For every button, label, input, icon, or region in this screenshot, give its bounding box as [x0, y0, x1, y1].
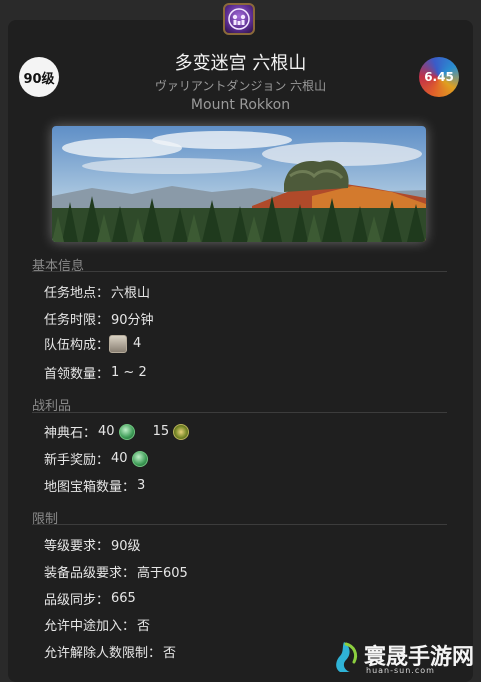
tomestone-label: 神典石： — [44, 426, 97, 441]
boss-count-label: 首领数量： — [44, 367, 110, 382]
section-divider — [32, 412, 447, 413]
tomestone2-value: 15 — [152, 424, 170, 439]
row-join-in-progress: 允许中途加入： 否 — [44, 615, 150, 634]
row-novice-bonus: 新手奖励： 40 — [44, 449, 148, 468]
map-chest-label: 地图宝箱数量： — [44, 480, 136, 495]
level-req-label: 等级要求： — [44, 539, 110, 554]
tomestone-icon — [131, 450, 148, 467]
row-unrestricted-party: 允许解除人数限制： 否 — [44, 642, 176, 661]
level-req-value: 90级 — [111, 539, 141, 554]
boss-count-value: 1 ~ 2 — [111, 365, 147, 380]
row-ilvl-req: 装备品级要求： 高于605 — [44, 562, 188, 581]
row-boss-count: 首领数量： 1 ~ 2 — [44, 363, 147, 382]
ilvl-sync-label: 品级同步： — [44, 593, 110, 608]
duty-title-jp: ヴァリアントダンジョン 六根山 — [154, 79, 327, 93]
unrestricted-party-value: 否 — [163, 646, 177, 661]
map-chest-value: 3 — [137, 478, 146, 493]
duty-type-icon — [223, 3, 255, 35]
time-limit-label: 任务时限： — [44, 313, 110, 328]
ilvl-req-label: 装备品级要求： — [44, 566, 136, 581]
tomestone-value: 40 — [98, 424, 115, 439]
row-time-limit: 任务时限： 90分钟 — [44, 309, 154, 328]
watermark-brand: 寰晟手游网 — [364, 644, 475, 670]
row-location: 任务地点： 六根山 — [44, 282, 150, 301]
unrestricted-party-label: 允许解除人数限制： — [44, 646, 162, 661]
row-tomestones: 神典石： 40 15 — [44, 422, 190, 441]
join-in-progress-label: 允许中途加入： — [44, 619, 136, 634]
watermark-url: huan-sun.com — [366, 666, 435, 675]
time-limit-value: 90分钟 — [111, 313, 154, 328]
site-watermark: 寰晟手游网 huan-sun.com — [330, 640, 475, 675]
duty-title-cn: 多变迷宫 六根山 — [174, 53, 307, 74]
job-icon — [109, 334, 128, 353]
party-value: 4 — [133, 336, 142, 351]
tomestone-gear-icon — [173, 423, 190, 440]
watermark-logo-icon — [336, 642, 358, 672]
join-in-progress-value: 否 — [137, 619, 151, 634]
novice-bonus-value: 40 — [111, 451, 128, 466]
location-label: 任务地点： — [44, 286, 110, 301]
section-divider — [32, 524, 447, 525]
location-value: 六根山 — [111, 286, 151, 301]
duty-banner-image — [52, 126, 426, 242]
ilvl-req-value: 高于605 — [137, 566, 188, 581]
row-ilvl-sync: 品级同步： 665 — [44, 589, 136, 608]
section-divider — [32, 271, 447, 272]
ilvl-sync-value: 665 — [111, 591, 136, 606]
row-map-chests: 地图宝箱数量： 3 — [44, 476, 145, 495]
duty-title-en: Mount Rokkon — [190, 97, 291, 113]
novice-bonus-label: 新手奖励： — [44, 453, 110, 468]
row-party: 队伍构成： 4 — [44, 334, 141, 353]
tomestone-icon — [118, 423, 135, 440]
party-label: 队伍构成： — [44, 338, 110, 353]
row-level-req: 等级要求： 90级 — [44, 535, 141, 554]
